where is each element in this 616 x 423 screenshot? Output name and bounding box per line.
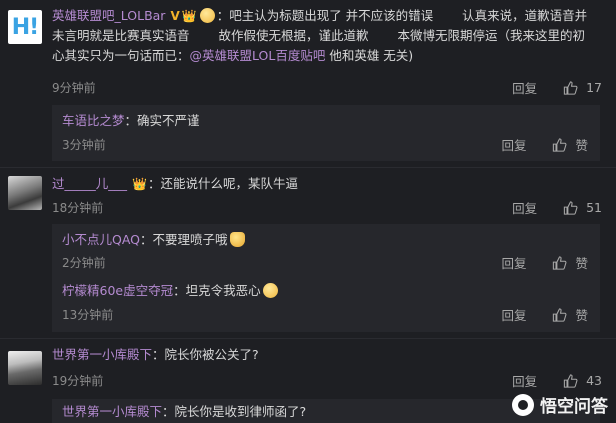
comment-username[interactable]: 世界第一小库殿下 — [52, 347, 152, 362]
avatar-text: H! — [11, 14, 39, 40]
like-count: 43 — [586, 373, 602, 388]
reply-button[interactable]: 回复 — [512, 371, 537, 390]
reply-time: 3分钟前 — [62, 138, 106, 152]
reply-content: ：不要理喷子哦 — [140, 232, 228, 247]
reply-time: 2分钟前 — [62, 256, 106, 270]
reply-content: ：院长你是收到律师函了? — [162, 404, 307, 419]
reply-button[interactable]: 回复 — [501, 135, 526, 154]
reply-content: ：确实不严谨 — [124, 113, 200, 128]
comment-text-line: 未言明就是比赛真实语音 故作假使无根据，谨此道歉 本微博无限期停运（我来这里的初 — [52, 28, 585, 43]
like-label[interactable]: 赞 — [575, 253, 588, 272]
comment-actions: 回复 17 — [512, 78, 602, 97]
watermark: 悟空问答 — [512, 392, 608, 417]
avatar[interactable] — [8, 176, 42, 210]
verified-badge-icon: V — [170, 9, 180, 23]
comment-text-line: ：院长你被公关了? — [152, 347, 259, 362]
crown-badge-icon: 👑 — [132, 177, 147, 191]
comment-time: 18分钟前 — [52, 201, 104, 215]
emoji-icon — [262, 283, 278, 298]
thumbs-up-icon[interactable] — [563, 200, 578, 215]
emoji-icon — [199, 8, 215, 23]
comment-item: 过_____儿___ 👑：还能说什么呢，某队牛逼 18分钟前 回复 51 小不点… — [0, 168, 616, 340]
reply-button[interactable]: 回复 — [512, 198, 537, 217]
thumbs-up-icon[interactable] — [563, 373, 578, 388]
comment-text-line: 心其实只为一句话而已： — [52, 48, 190, 63]
reply-username[interactable]: 小不点儿QAQ — [62, 232, 140, 247]
thumbs-up-icon[interactable] — [563, 80, 578, 95]
watermark-text: 悟空问答 — [540, 397, 608, 417]
reply-time: 13分钟前 — [62, 308, 114, 322]
reply-text: 车语比之梦：确实不严谨 — [62, 111, 200, 131]
comment-text-line: ：还能说什么呢，某队牛逼 — [147, 176, 298, 191]
like-count: 17 — [586, 80, 602, 95]
comment-time: 19分钟前 — [52, 374, 104, 388]
comment-text: 英雄联盟吧_LOLBar V 👑 ：吧主认为标题出现了 并不应该的错误 认真来说，道… — [52, 6, 602, 66]
crown-badge-icon: 👑 — [181, 9, 197, 23]
comment-actions: 回复 43 — [512, 371, 602, 390]
mention-link[interactable]: @英雄联盟LOL百度贴吧 — [190, 48, 326, 63]
comment-text-line: ：吧主认为标题出现了 并不应该的错误 认真来说，道歉语音并 — [216, 8, 588, 23]
reply-actions: 回复 赞 — [501, 135, 588, 154]
reply-text: 小不点儿QAQ：不要理喷子哦 — [62, 230, 247, 250]
cat-emoji-icon — [229, 232, 245, 247]
reply-actions: 回复 赞 — [501, 253, 588, 272]
reply-actions: 回复 赞 — [501, 305, 588, 324]
reply-box: 小不点儿QAQ：不要理喷子哦 2分钟前 回复 赞 柠檬精60e虚空夺冠：坦克令我… — [52, 224, 600, 332]
avatar[interactable] — [8, 351, 42, 385]
comment-actions: 回复 51 — [512, 198, 602, 217]
reply-button[interactable]: 回复 — [501, 305, 526, 324]
reply-button[interactable]: 回复 — [501, 253, 526, 272]
comment-text: 过_____儿___ 👑：还能说什么呢，某队牛逼 — [52, 174, 602, 194]
comment-text: 世界第一小库殿下：院长你被公关了? — [52, 345, 602, 365]
reply-username[interactable]: 柠檬精60e虚空夺冠 — [62, 283, 173, 298]
wukong-logo-icon — [512, 393, 534, 416]
comment-username[interactable]: 过_____儿___ — [52, 176, 127, 191]
thumbs-up-icon[interactable] — [552, 137, 567, 152]
reply-box: 车语比之梦：确实不严谨 3分钟前 回复 赞 — [52, 105, 600, 161]
comment-item: H! 英雄联盟吧_LOLBar V 👑 ：吧主认为标题出现了 并不应该的错误 认真来… — [0, 0, 616, 170]
thumbs-up-icon[interactable] — [552, 255, 567, 270]
comment-text-line: 他和英雄 无关) — [325, 48, 414, 63]
reply-content: ：坦克令我恶心 — [173, 283, 261, 298]
like-label[interactable]: 赞 — [575, 305, 588, 324]
reply-username[interactable]: 车语比之梦 — [62, 113, 125, 128]
thumbs-up-icon[interactable] — [552, 307, 567, 322]
comment-username[interactable]: 英雄联盟吧_LOLBar — [52, 8, 165, 23]
reply-text: 世界第一小库殿下：院长你是收到律师函了? — [62, 402, 306, 422]
reply-button[interactable]: 回复 — [512, 78, 537, 97]
avatar[interactable]: H! — [8, 10, 42, 44]
reply-text: 柠檬精60e虚空夺冠：坦克令我恶心 — [62, 281, 280, 301]
like-count: 51 — [586, 200, 602, 215]
like-label[interactable]: 赞 — [575, 135, 588, 154]
reply-username[interactable]: 世界第一小库殿下 — [62, 404, 162, 419]
comment-time: 9分钟前 — [52, 81, 96, 95]
